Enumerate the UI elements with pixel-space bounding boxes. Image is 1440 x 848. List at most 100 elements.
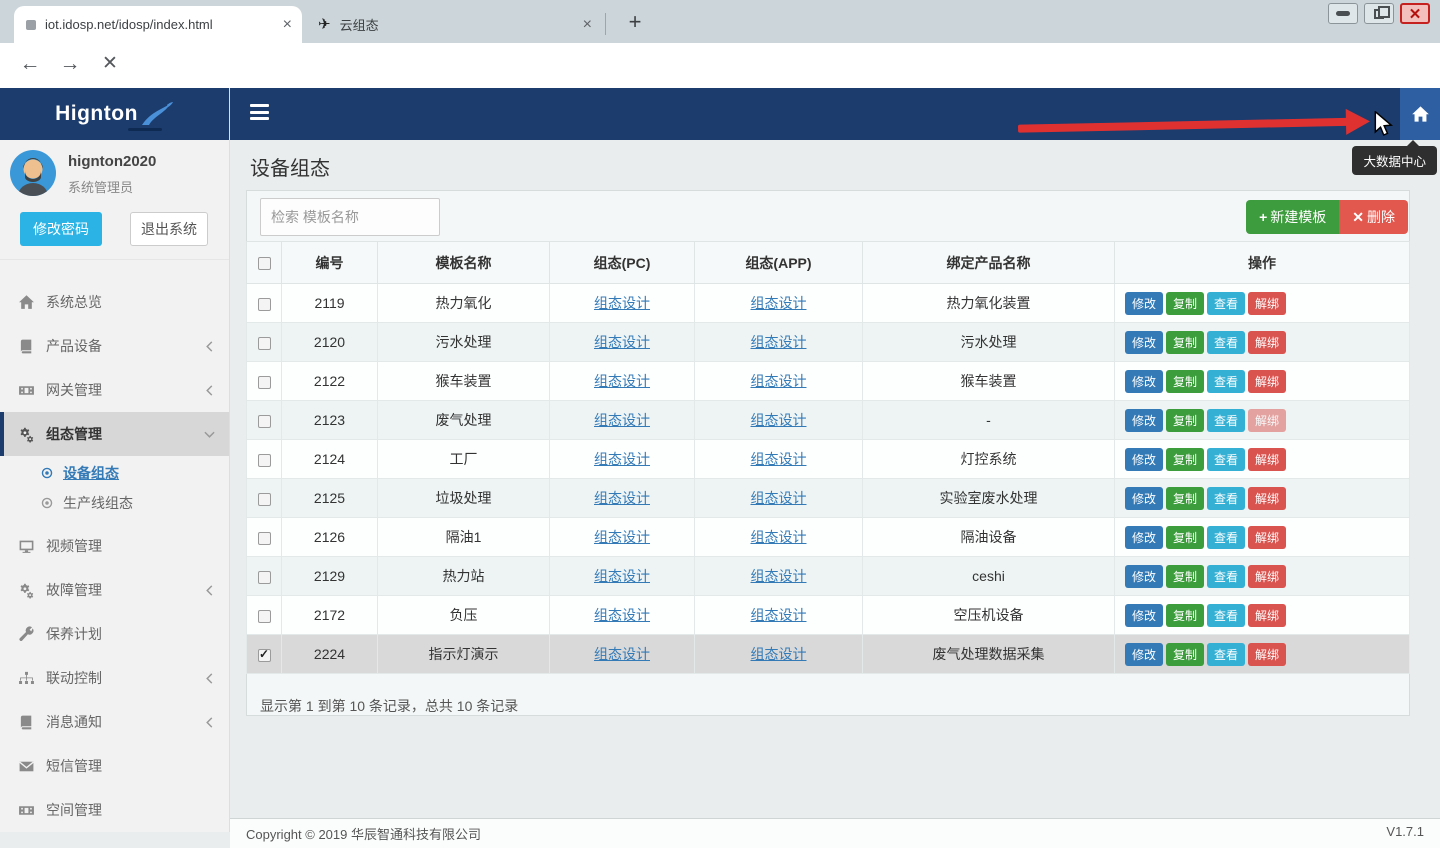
action-view-button[interactable]: 查看 (1207, 370, 1245, 393)
action-unbind-button[interactable]: 解绑 (1248, 487, 1286, 510)
app-config-link[interactable]: 组态设计 (751, 373, 807, 389)
action-unbind-button[interactable]: 解绑 (1248, 604, 1286, 627)
action-copy-button[interactable]: 复制 (1166, 604, 1204, 627)
row-checkbox[interactable] (258, 649, 271, 662)
action-view-button[interactable]: 查看 (1207, 643, 1245, 666)
row-checkbox[interactable] (258, 376, 271, 389)
action-copy-button[interactable]: 复制 (1166, 292, 1204, 315)
action-view-button[interactable]: 查看 (1207, 331, 1245, 354)
big-data-center-button[interactable] (1400, 88, 1440, 140)
pc-config-link[interactable]: 组态设计 (594, 295, 650, 311)
pc-config-link[interactable]: 组态设计 (594, 529, 650, 545)
action-edit-button[interactable]: 修改 (1125, 565, 1163, 588)
close-button[interactable]: ✕ (1400, 3, 1430, 24)
sidebar-item-link[interactable]: 视频管理 (0, 524, 229, 568)
search-input[interactable] (260, 198, 440, 236)
browser-tab-active[interactable]: iot.idosp.net/idosp/index.html × (14, 6, 302, 43)
app-config-link[interactable]: 组态设计 (751, 334, 807, 350)
pc-config-link[interactable]: 组态设计 (594, 568, 650, 584)
app-config-link[interactable]: 组态设计 (751, 568, 807, 584)
forward-button[interactable]: → (56, 52, 84, 76)
change-password-button[interactable]: 修改密码 (20, 212, 102, 246)
action-view-button[interactable]: 查看 (1207, 565, 1245, 588)
action-view-button[interactable]: 查看 (1207, 526, 1245, 549)
action-edit-button[interactable]: 修改 (1125, 331, 1163, 354)
new-tab-button[interactable]: + (620, 8, 650, 38)
row-checkbox[interactable] (258, 415, 271, 428)
action-copy-button[interactable]: 复制 (1166, 643, 1204, 666)
action-edit-button[interactable]: 修改 (1125, 487, 1163, 510)
pc-config-link[interactable]: 组态设计 (594, 451, 650, 467)
app-config-link[interactable]: 组态设计 (751, 490, 807, 506)
tab-close-icon[interactable]: × (283, 17, 292, 33)
row-checkbox[interactable] (258, 337, 271, 350)
sidebar-item-link[interactable]: 产品设备 (0, 324, 229, 368)
action-edit-button[interactable]: 修改 (1125, 643, 1163, 666)
action-view-button[interactable]: 查看 (1207, 487, 1245, 510)
row-checkbox[interactable] (258, 454, 271, 467)
action-copy-button[interactable]: 复制 (1166, 487, 1204, 510)
sidebar-subitem[interactable]: 设备组态 (0, 458, 229, 488)
row-checkbox[interactable] (258, 298, 271, 311)
action-edit-button[interactable]: 修改 (1125, 370, 1163, 393)
action-edit-button[interactable]: 修改 (1125, 409, 1163, 432)
sidebar-item-link[interactable]: 消息通知 (0, 700, 229, 744)
app-config-link[interactable]: 组态设计 (751, 607, 807, 623)
action-copy-button[interactable]: 复制 (1166, 370, 1204, 393)
sidebar-item-link[interactable]: 空间管理 (0, 788, 229, 832)
menu-toggle-icon[interactable] (250, 104, 269, 123)
browser-tab-inactive[interactable]: ✈ 云组态 × (306, 6, 602, 43)
logout-button[interactable]: 退出系统 (130, 212, 208, 246)
action-unbind-button[interactable]: 解绑 (1248, 565, 1286, 588)
action-edit-button[interactable]: 修改 (1125, 526, 1163, 549)
action-unbind-button[interactable]: 解绑 (1248, 448, 1286, 471)
action-edit-button[interactable]: 修改 (1125, 604, 1163, 627)
action-unbind-button[interactable]: 解绑 (1248, 292, 1286, 315)
restore-button[interactable] (1364, 3, 1394, 24)
action-copy-button[interactable]: 复制 (1166, 331, 1204, 354)
row-checkbox[interactable] (258, 571, 271, 584)
pc-config-link[interactable]: 组态设计 (594, 607, 650, 623)
action-view-button[interactable]: 查看 (1207, 409, 1245, 432)
sidebar-item-link[interactable]: 短信管理 (0, 744, 229, 788)
pc-config-link[interactable]: 组态设计 (594, 412, 650, 428)
action-edit-button[interactable]: 修改 (1125, 448, 1163, 471)
action-edit-button[interactable]: 修改 (1125, 292, 1163, 315)
action-view-button[interactable]: 查看 (1207, 448, 1245, 471)
minimize-button[interactable] (1328, 3, 1358, 24)
stop-loading-button[interactable]: ✕ (96, 52, 124, 75)
action-unbind-button[interactable]: 解绑 (1248, 370, 1286, 393)
tab-close-icon[interactable]: × (583, 17, 592, 33)
sidebar-item-link[interactable]: 保养计划 (0, 612, 229, 656)
action-unbind-button[interactable]: 解绑 (1248, 409, 1286, 432)
sidebar-item-link[interactable]: 网关管理 (0, 368, 229, 412)
pc-config-link[interactable]: 组态设计 (594, 646, 650, 662)
action-unbind-button[interactable]: 解绑 (1248, 643, 1286, 666)
action-unbind-button[interactable]: 解绑 (1248, 331, 1286, 354)
new-template-button[interactable]: +新建模板 (1246, 200, 1339, 234)
action-copy-button[interactable]: 复制 (1166, 526, 1204, 549)
sidebar-item-active[interactable]: 组态管理 (0, 412, 229, 456)
delete-button[interactable]: ✕删除 (1339, 200, 1408, 234)
sidebar-item-link[interactable]: 联动控制 (0, 656, 229, 700)
sidebar-item-link[interactable]: 系统总览 (0, 280, 229, 324)
app-config-link[interactable]: 组态设计 (751, 412, 807, 428)
action-copy-button[interactable]: 复制 (1166, 565, 1204, 588)
row-checkbox[interactable] (258, 532, 271, 545)
sidebar-item-link[interactable]: 故障管理 (0, 568, 229, 612)
action-unbind-button[interactable]: 解绑 (1248, 526, 1286, 549)
pc-config-link[interactable]: 组态设计 (594, 334, 650, 350)
pc-config-link[interactable]: 组态设计 (594, 490, 650, 506)
app-config-link[interactable]: 组态设计 (751, 451, 807, 467)
row-checkbox[interactable] (258, 610, 271, 623)
select-all-checkbox[interactable] (258, 257, 271, 270)
app-config-link[interactable]: 组态设计 (751, 529, 807, 545)
pc-config-link[interactable]: 组态设计 (594, 373, 650, 389)
action-view-button[interactable]: 查看 (1207, 604, 1245, 627)
row-checkbox[interactable] (258, 493, 271, 506)
app-config-link[interactable]: 组态设计 (751, 295, 807, 311)
sidebar-subitem[interactable]: 生产线组态 (0, 488, 229, 518)
action-copy-button[interactable]: 复制 (1166, 448, 1204, 471)
action-view-button[interactable]: 查看 (1207, 292, 1245, 315)
app-config-link[interactable]: 组态设计 (751, 646, 807, 662)
